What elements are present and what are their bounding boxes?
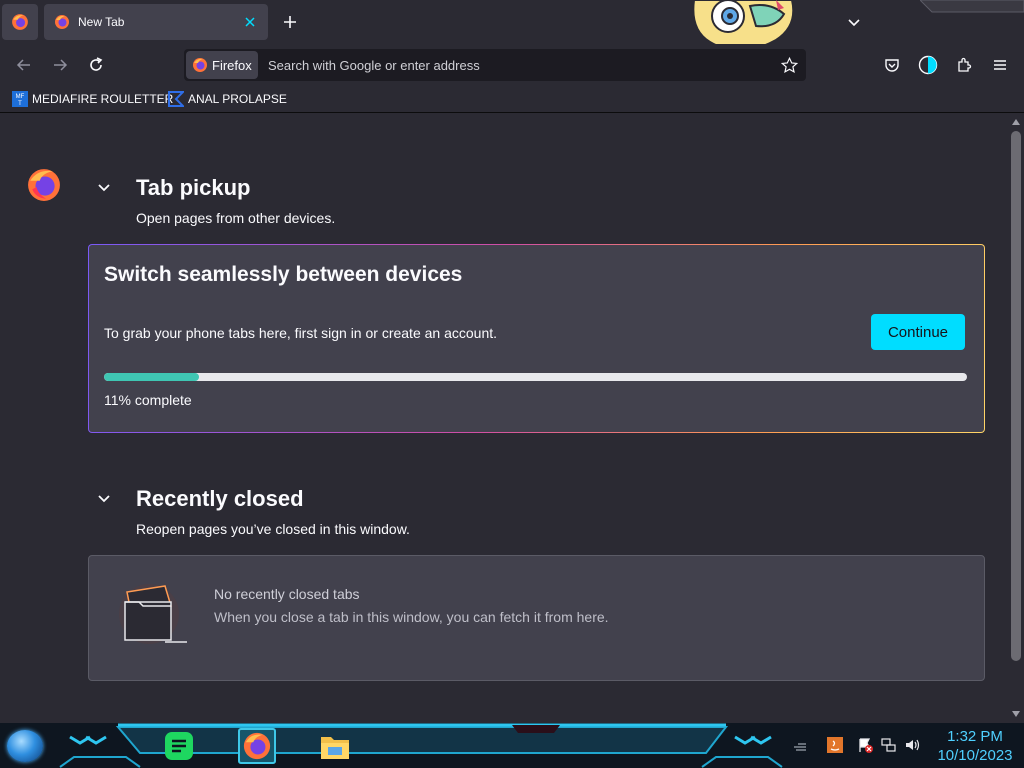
bookmarks-toolbar: MF T MEDIAFIRE ROULETTER ANAL PROLAPSE xyxy=(0,86,1024,113)
firefox-icon xyxy=(12,14,28,30)
show-hidden-icons-icon[interactable] xyxy=(792,737,808,753)
promo-title: Switch seamlessly between devices xyxy=(104,263,463,286)
reload-button[interactable] xyxy=(81,50,111,80)
forward-button[interactable] xyxy=(45,50,75,80)
bookmark-item[interactable]: ANAL PROLAPSE xyxy=(168,90,287,108)
empty-state-title: No recently closed tabs xyxy=(214,586,360,602)
collapse-tab-pickup-button[interactable] xyxy=(96,180,112,196)
navigation-toolbar: Firefox xyxy=(0,44,1024,86)
page-scrollbar[interactable] xyxy=(1008,113,1024,723)
java-update-icon[interactable] xyxy=(827,737,843,753)
address-bar[interactable]: Firefox xyxy=(184,49,806,81)
setup-progress-bar xyxy=(104,373,967,381)
taskbar-app-firefox[interactable] xyxy=(238,728,276,764)
promo-text: To grab your phone tabs here, first sign… xyxy=(104,325,498,341)
pocket-button[interactable] xyxy=(877,50,907,80)
tab-new-tab[interactable]: New Tab xyxy=(44,4,268,40)
pocket-icon xyxy=(885,59,899,72)
list-all-tabs-button[interactable] xyxy=(840,8,868,36)
recently-closed-heading: Recently closed xyxy=(136,486,304,511)
empty-folder-icon xyxy=(119,584,187,644)
firefox-logo-icon xyxy=(28,169,60,201)
tab-strip: New Tab xyxy=(0,0,1024,52)
file-explorer-icon xyxy=(321,737,349,759)
taskbar-app-file-explorer[interactable] xyxy=(316,728,354,764)
identity-label: Firefox xyxy=(212,57,252,73)
taskbar: 1:32 PM 10/10/2023 xyxy=(0,723,1024,768)
new-tab-button[interactable] xyxy=(276,8,304,36)
firefox-icon xyxy=(243,732,271,760)
tab-title: New Tab xyxy=(78,15,125,29)
mediafire-icon: MF T xyxy=(12,91,28,107)
bookmark-item[interactable]: MF T MEDIAFIRE ROULETTER xyxy=(12,90,173,108)
scrollbar-thumb[interactable] xyxy=(1011,131,1021,661)
start-button[interactable] xyxy=(7,730,43,762)
firefox-icon xyxy=(193,58,207,72)
bookmark-logo-icon xyxy=(168,91,184,107)
extensions-button[interactable] xyxy=(949,50,979,80)
app-menu-button[interactable] xyxy=(985,50,1015,80)
scroll-up-icon[interactable] xyxy=(1008,115,1024,129)
theme-corner-decoration xyxy=(920,0,1024,13)
empty-state-text: When you close a tab in this window, you… xyxy=(214,609,609,625)
back-button[interactable] xyxy=(9,50,39,80)
sync-setup-card: Switch seamlessly between devices To gra… xyxy=(88,244,985,433)
hamburger-menu-icon xyxy=(994,60,1006,70)
bookmark-page-button[interactable] xyxy=(776,52,802,78)
svg-text:T: T xyxy=(18,101,22,107)
bookmark-label: MEDIAFIRE ROULETTER xyxy=(32,92,174,106)
svg-text:MF: MF xyxy=(16,94,25,100)
continue-button[interactable]: Continue xyxy=(871,314,965,350)
search-input[interactable] xyxy=(264,49,772,81)
progress-label: 11% complete xyxy=(104,392,192,408)
volume-icon[interactable] xyxy=(904,737,920,753)
collapse-recently-closed-button[interactable] xyxy=(96,491,112,507)
reload-icon xyxy=(90,57,103,71)
tab-pickup-subtitle: Open pages from other devices. xyxy=(136,210,336,226)
star-icon xyxy=(780,56,798,73)
plus-icon xyxy=(284,16,296,28)
progress-fill xyxy=(104,373,199,381)
account-button[interactable] xyxy=(913,50,943,80)
recently-closed-empty-card: No recently closed tabs When you close a… xyxy=(88,555,985,681)
action-center-flag-icon[interactable] xyxy=(857,737,873,753)
bookmark-label: ANAL PROLAPSE xyxy=(188,92,287,106)
scroll-down-icon[interactable] xyxy=(1008,707,1024,721)
chevron-down-icon xyxy=(848,19,860,27)
arrow-left-icon xyxy=(16,59,30,71)
taskbar-app-spotify[interactable] xyxy=(160,728,198,764)
account-avatar-icon xyxy=(918,55,938,75)
clock-date: 10/10/2023 xyxy=(937,747,1013,764)
network-icon[interactable] xyxy=(880,737,896,753)
puzzle-icon xyxy=(958,57,972,72)
identity-box[interactable]: Firefox xyxy=(186,51,258,79)
spotify-icon xyxy=(165,732,193,760)
close-icon[interactable] xyxy=(242,14,258,30)
arrow-right-icon xyxy=(54,59,68,71)
system-clock[interactable]: 1:32 PM 10/10/2023 xyxy=(930,727,1020,765)
firefox-view-page: Tab pickup Open pages from other devices… xyxy=(0,113,1008,723)
tab-pickup-heading: Tab pickup xyxy=(136,175,251,200)
recently-closed-subtitle: Reopen pages you’ve closed in this windo… xyxy=(136,521,410,537)
firefox-view-button[interactable] xyxy=(2,4,38,40)
clock-time: 1:32 PM xyxy=(947,728,1003,745)
firefox-icon xyxy=(55,15,69,29)
